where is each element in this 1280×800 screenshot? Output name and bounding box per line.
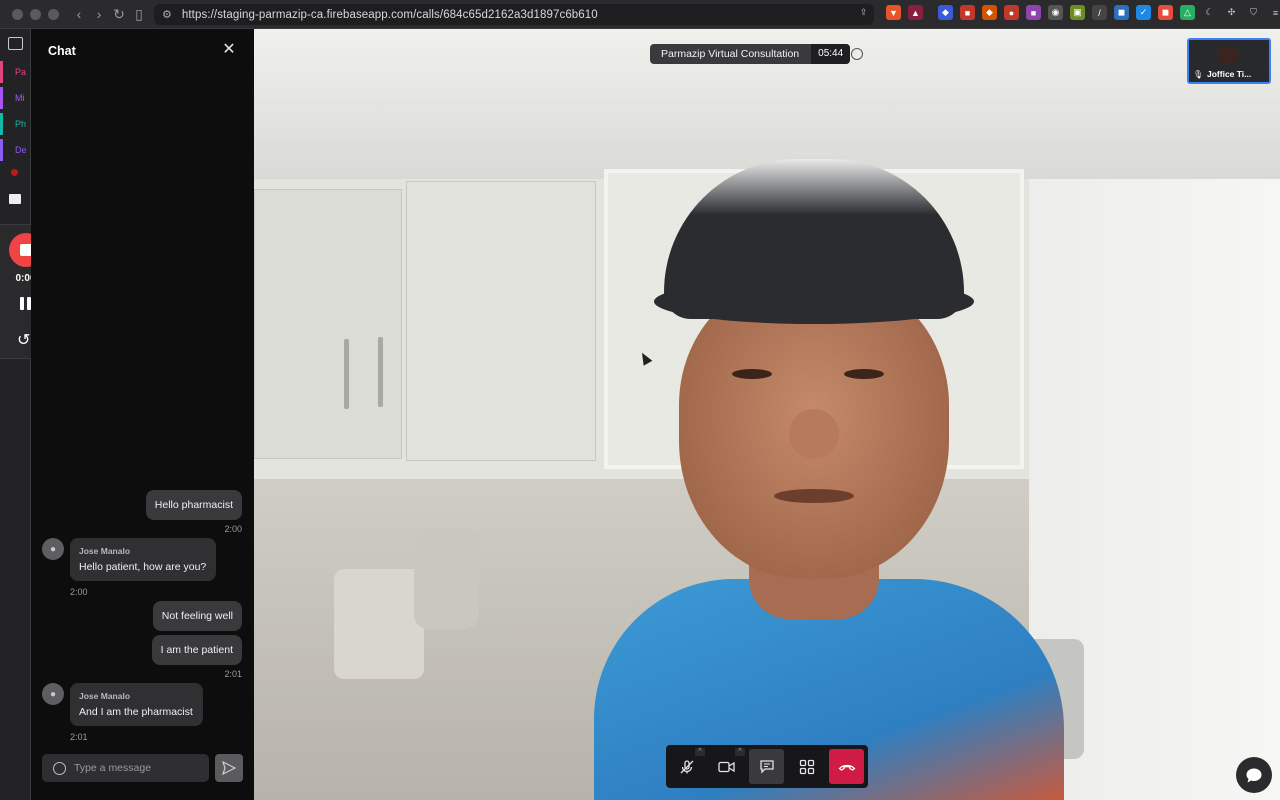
chat-icon — [759, 760, 774, 774]
chat-panel: Chat ✕ Hello pharmacist 2:00 ● Jose Mana… — [31, 29, 254, 800]
message-text: Hello patient, how are you? — [79, 561, 207, 573]
outgoing-message: Hello pharmacist — [145, 490, 242, 520]
address-bar[interactable]: ⚙ https://staging-parmazip-ca.firebaseap… — [154, 4, 874, 25]
message-input[interactable] — [74, 762, 194, 774]
message-time: 2:00 — [224, 524, 242, 534]
call-title-bar: Parmazip Virtual Consultation 05:44 — [650, 44, 851, 64]
outgoing-message: I am the patient — [151, 635, 242, 665]
message-time: 2:00 — [70, 587, 88, 597]
restart-recording-icon[interactable]: ↺ — [17, 333, 30, 349]
message-sender: Jose Manalo — [79, 691, 131, 701]
emoji-icon[interactable] — [53, 761, 66, 775]
reload-icon[interactable]: ↻ — [109, 4, 129, 24]
extension-11-icon[interactable]: △ — [1180, 5, 1195, 20]
close-window-button[interactable] — [12, 8, 23, 20]
incoming-message: Jose Manalo And I am the pharmacist — [70, 683, 203, 726]
camera-options-chevron-icon[interactable]: ^ — [735, 748, 745, 756]
rail-tab-4[interactable]: De — [0, 139, 30, 161]
notification-dot-icon — [11, 169, 18, 176]
maximize-window-button[interactable] — [48, 8, 59, 20]
brave-shield-icon[interactable]: ▼ — [886, 5, 901, 20]
avatar: ● — [42, 683, 64, 705]
puzzle-icon[interactable]: ✣ — [1224, 5, 1239, 20]
brave-rewards-icon[interactable]: ▲ — [908, 5, 923, 20]
vpn-shield-icon[interactable]: ⛉ — [1246, 5, 1261, 20]
layout-button[interactable] — [789, 749, 824, 784]
camera-icon — [718, 761, 735, 772]
extension-6-icon[interactable]: ▣ — [1070, 5, 1085, 20]
self-view-tile[interactable]: 🎙 Joffice Ti... — [1187, 38, 1271, 84]
extensions-bar: ⇪ ▼ ▲ ◆ ■ ◆ ● ■ ◉ ▣ / ◼ ✓ ◼ △ ☾ ✣ ⛉ ≡ — [856, 5, 1280, 20]
rail-tab-3[interactable]: Ph — [0, 113, 30, 135]
extension-4-icon[interactable]: ● — [1004, 5, 1019, 20]
bookmark-icon[interactable]: ▯ — [129, 4, 149, 24]
share-icon[interactable]: ⇪ — [856, 5, 871, 20]
url-text[interactable]: https://staging-parmazip-ca.firebaseapp.… — [182, 9, 598, 21]
mail-icon[interactable] — [9, 194, 21, 204]
grid-icon — [799, 759, 814, 774]
extension-9-icon[interactable]: ✓ — [1136, 5, 1151, 20]
mic-options-chevron-icon[interactable]: ^ — [695, 748, 705, 756]
forward-icon[interactable]: › — [89, 4, 109, 24]
call-controls: ^ ^ — [666, 745, 868, 788]
message-time: 2:01 — [224, 669, 242, 679]
send-button[interactable] — [215, 754, 243, 782]
self-view-video — [1217, 46, 1239, 64]
support-chat-button[interactable] — [1236, 757, 1272, 793]
close-chat-icon[interactable]: ✕ — [222, 42, 236, 58]
mic-off-icon — [680, 759, 693, 773]
remote-video-stream — [254, 29, 1280, 800]
end-call-button[interactable] — [829, 749, 864, 784]
camera-extension-icon[interactable]: ◉ — [1048, 5, 1063, 20]
mic-off-icon: 🎙 — [1193, 70, 1204, 79]
send-icon — [222, 761, 236, 775]
extension-10-icon[interactable]: ◼ — [1158, 5, 1173, 20]
browser-toolbar: ‹ › ↻ ▯ ⚙ https://staging-parmazip-ca.fi… — [0, 0, 1280, 29]
menu-icon[interactable]: ≡ — [1268, 5, 1280, 20]
self-view-label: Joffice Ti... — [1207, 69, 1252, 79]
sidebar-toggle-icon[interactable] — [8, 37, 23, 50]
end-call-icon — [838, 764, 855, 771]
call-title: Parmazip Virtual Consultation — [661, 48, 800, 60]
extension-3-icon[interactable]: ◆ — [982, 5, 997, 20]
participant-video — [574, 159, 1074, 800]
avatar: ● — [42, 538, 64, 560]
outgoing-message: Not feeling well — [152, 601, 242, 631]
window-controls[interactable] — [12, 8, 59, 20]
connection-quality-icon[interactable] — [851, 48, 863, 60]
site-settings-icon[interactable]: ⚙ — [162, 8, 172, 21]
extension-8-icon[interactable]: ◼ — [1114, 5, 1129, 20]
chat-bubble-icon — [1246, 768, 1262, 782]
message-sender: Jose Manalo — [79, 546, 131, 556]
call-timer: 05:44 — [811, 44, 851, 64]
minimize-window-button[interactable] — [30, 8, 41, 20]
app-sidebar-rail: Pa Mi Ph De — [0, 29, 31, 800]
extension-7-icon[interactable]: / — [1092, 5, 1107, 20]
message-text: And I am the pharmacist — [79, 706, 193, 718]
extension-1-icon[interactable]: ◆ — [938, 5, 953, 20]
rail-tab-1[interactable]: Pa — [0, 61, 30, 83]
extension-5-icon[interactable]: ■ — [1026, 5, 1041, 20]
message-input-box[interactable] — [42, 754, 209, 782]
chat-title: Chat — [48, 44, 76, 58]
chat-toggle-button[interactable] — [749, 749, 784, 784]
rail-tab-2[interactable]: Mi — [0, 87, 30, 109]
message-time: 2:01 — [70, 732, 88, 742]
incoming-message: Jose Manalo Hello patient, how are you? — [70, 538, 217, 581]
dark-mode-icon[interactable]: ☾ — [1202, 5, 1217, 20]
back-icon[interactable]: ‹ — [69, 4, 89, 24]
extension-2-icon[interactable]: ■ — [960, 5, 975, 20]
